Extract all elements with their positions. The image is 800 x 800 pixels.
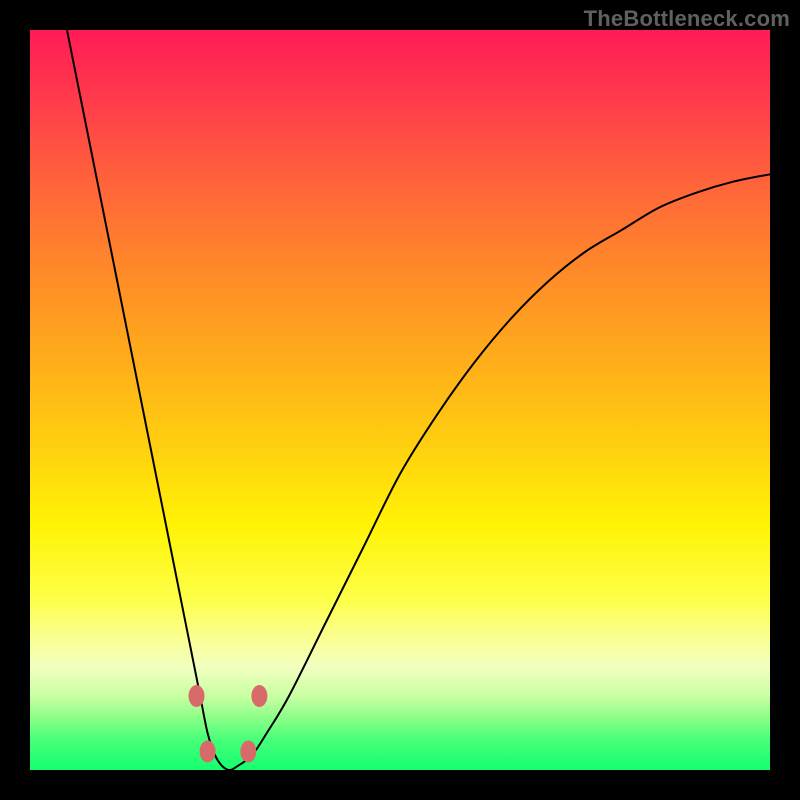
curve-marker xyxy=(251,685,267,707)
curve-marker xyxy=(240,741,256,763)
bottleneck-curve xyxy=(67,30,770,770)
plot-area xyxy=(30,30,770,770)
curve-svg xyxy=(30,30,770,770)
curve-marker xyxy=(189,685,205,707)
curve-marker xyxy=(200,741,216,763)
chart-frame: TheBottleneck.com xyxy=(0,0,800,800)
curve-markers xyxy=(189,685,268,763)
watermark-text: TheBottleneck.com xyxy=(584,6,790,32)
